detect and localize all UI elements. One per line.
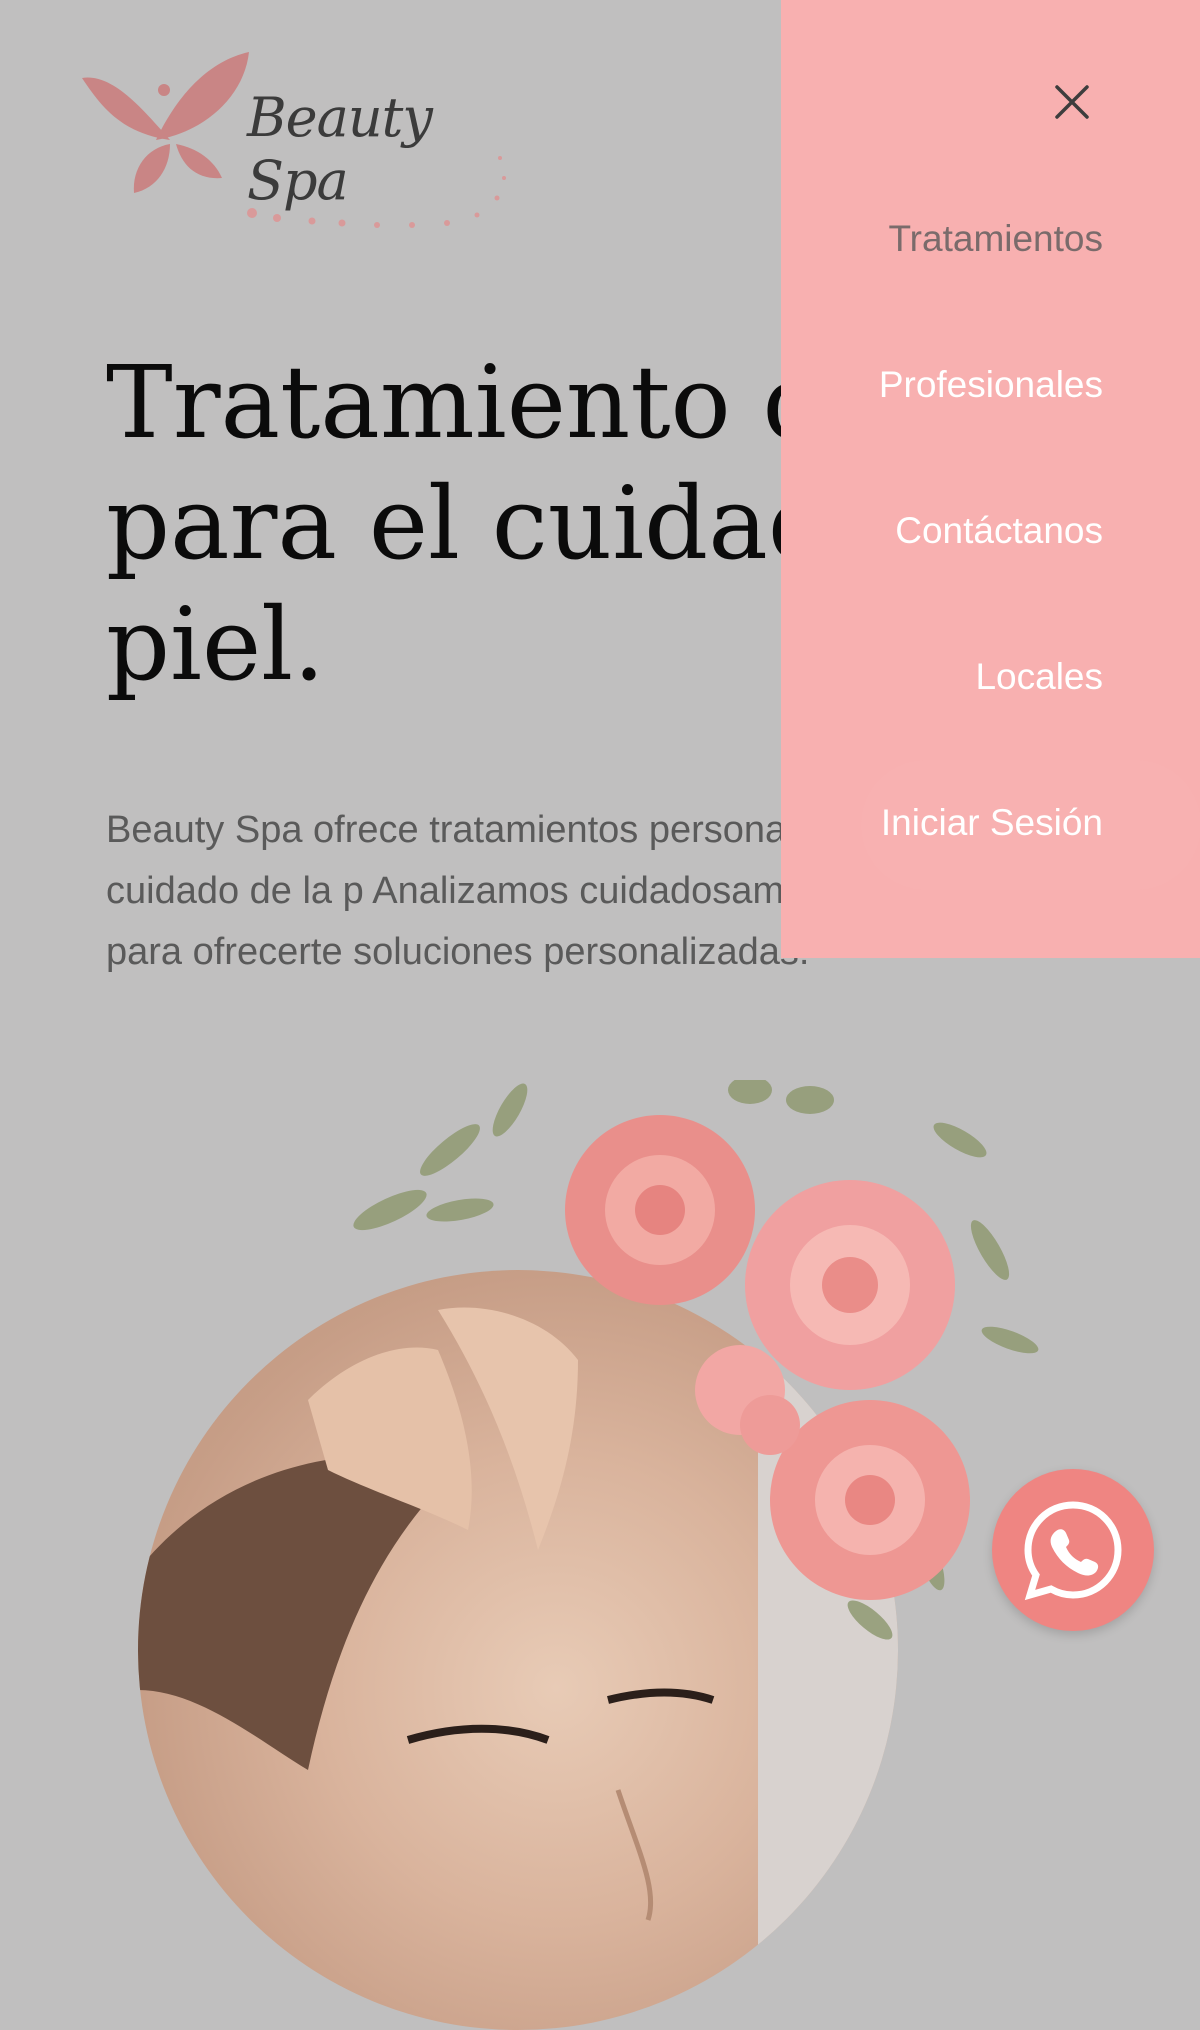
close-menu-button[interactable] [1050, 80, 1094, 124]
menu-item-profesionales[interactable]: Profesionales [879, 364, 1103, 406]
menu-item-contactanos[interactable]: Contáctanos [895, 510, 1103, 552]
menu-item-locales[interactable]: Locales [975, 656, 1103, 698]
hero-image [130, 1080, 1130, 2030]
menu-item-iniciar-sesion[interactable]: Iniciar Sesión [881, 802, 1103, 844]
close-icon [1055, 85, 1089, 119]
whatsapp-button[interactable] [992, 1469, 1154, 1631]
brand-logo[interactable]: Beauty Spa [82, 48, 522, 228]
logo-dots [247, 156, 506, 228]
page: Beauty Spa Tratamiento de l para el cuid… [0, 0, 1200, 2030]
menu-item-tratamientos[interactable]: Tratamientos [888, 218, 1103, 260]
whatsapp-icon [1024, 1501, 1122, 1601]
side-menu: Tratamientos Profesionales Contáctanos L… [781, 0, 1200, 958]
butterfly-icon [82, 52, 249, 193]
